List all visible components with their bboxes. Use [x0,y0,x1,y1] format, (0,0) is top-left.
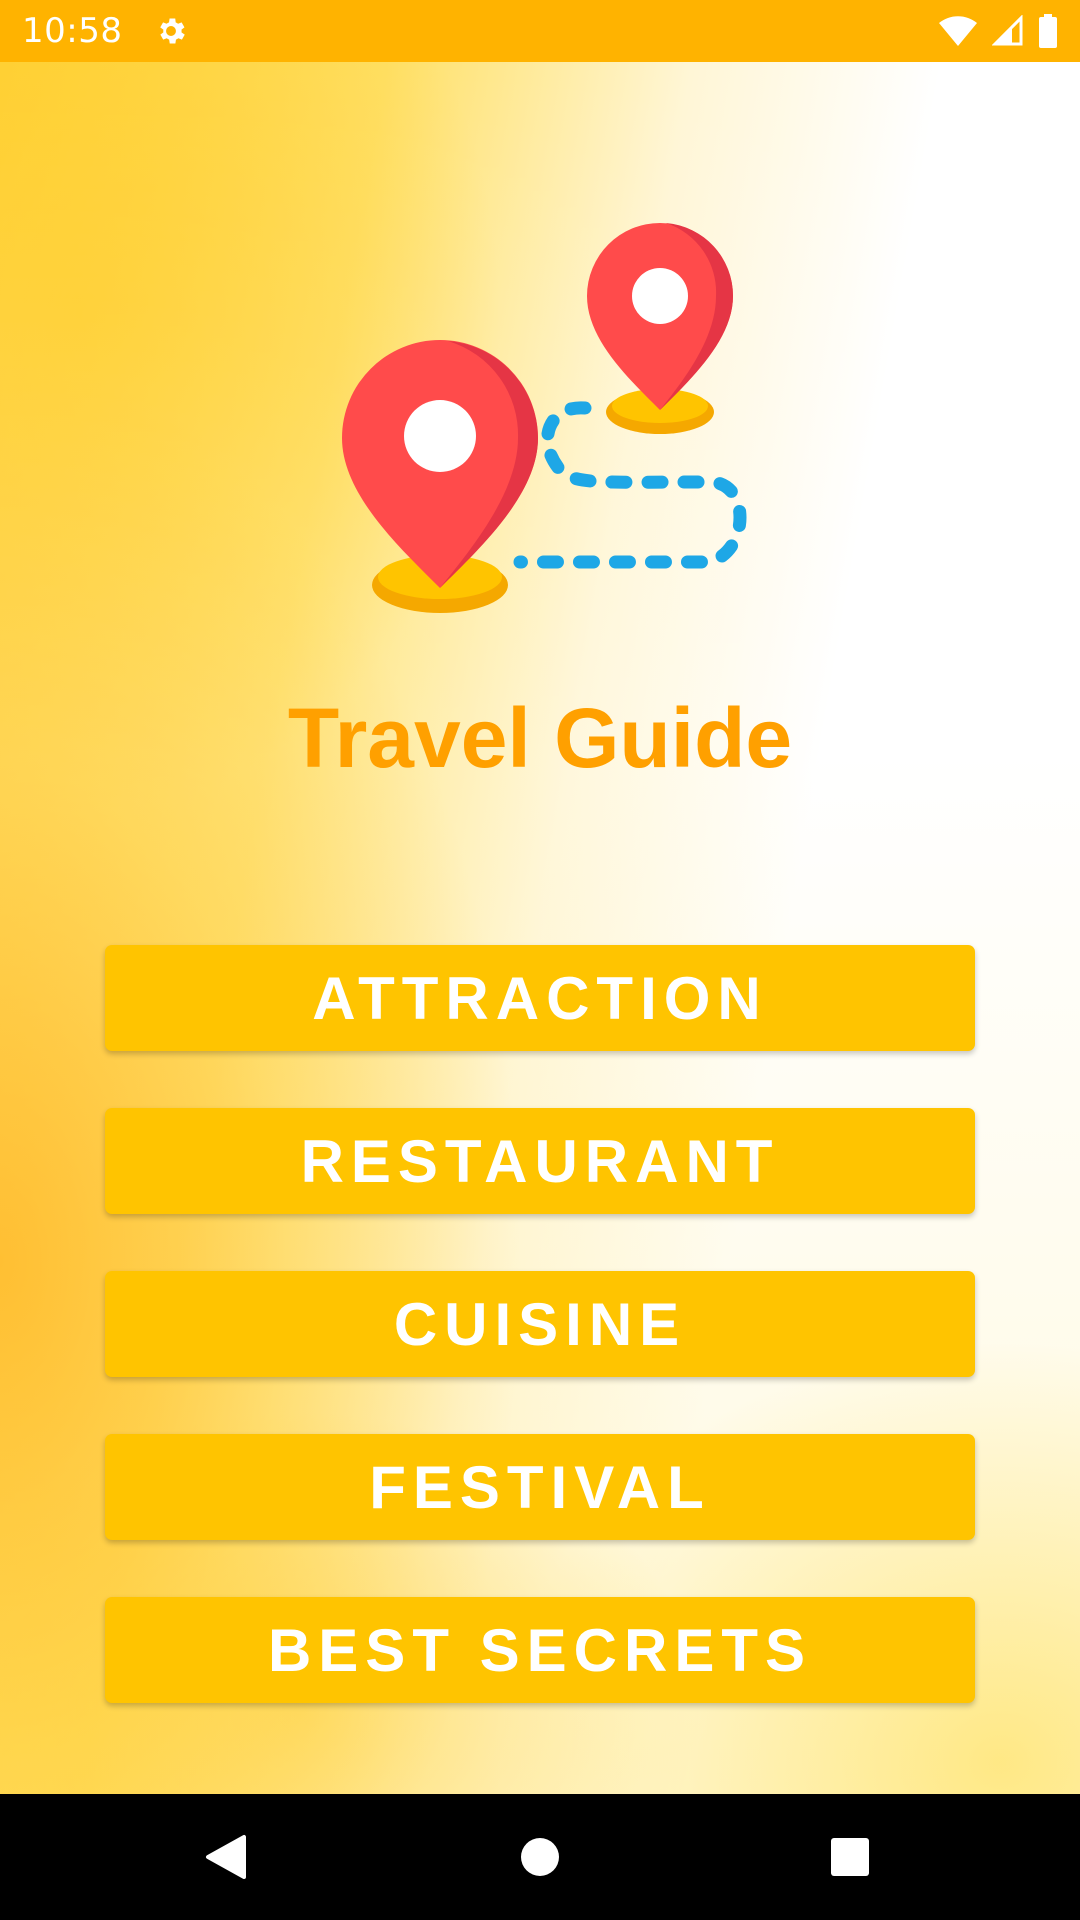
map-route-pins-icon [330,210,750,630]
menu: ATTRACTION RESTAURANT CUISINE FESTIVAL B… [105,945,975,1760]
wifi-icon [938,15,978,47]
attraction-button[interactable]: ATTRACTION [105,945,975,1051]
home-icon[interactable] [480,1794,600,1920]
status-bar: 10:58 [0,0,1080,62]
status-time: 10:58 [22,11,123,51]
battery-icon [1038,14,1058,48]
app-title: Travel Guide [287,691,793,785]
screen: 10:58 Travel Guide ATTRACTION RESTAURANT… [0,0,1080,1920]
gear-icon [152,12,190,50]
cuisine-button[interactable]: CUISINE [105,1271,975,1377]
back-icon[interactable] [166,1794,286,1920]
navigation-bar [0,1794,1080,1920]
restaurant-button[interactable]: RESTAURANT [105,1108,975,1214]
recents-icon[interactable] [790,1794,910,1920]
festival-button[interactable]: FESTIVAL [105,1434,975,1540]
signal-icon [992,15,1024,47]
best-secrets-button[interactable]: BEST SECRETS [105,1597,975,1703]
status-icons [938,14,1058,48]
